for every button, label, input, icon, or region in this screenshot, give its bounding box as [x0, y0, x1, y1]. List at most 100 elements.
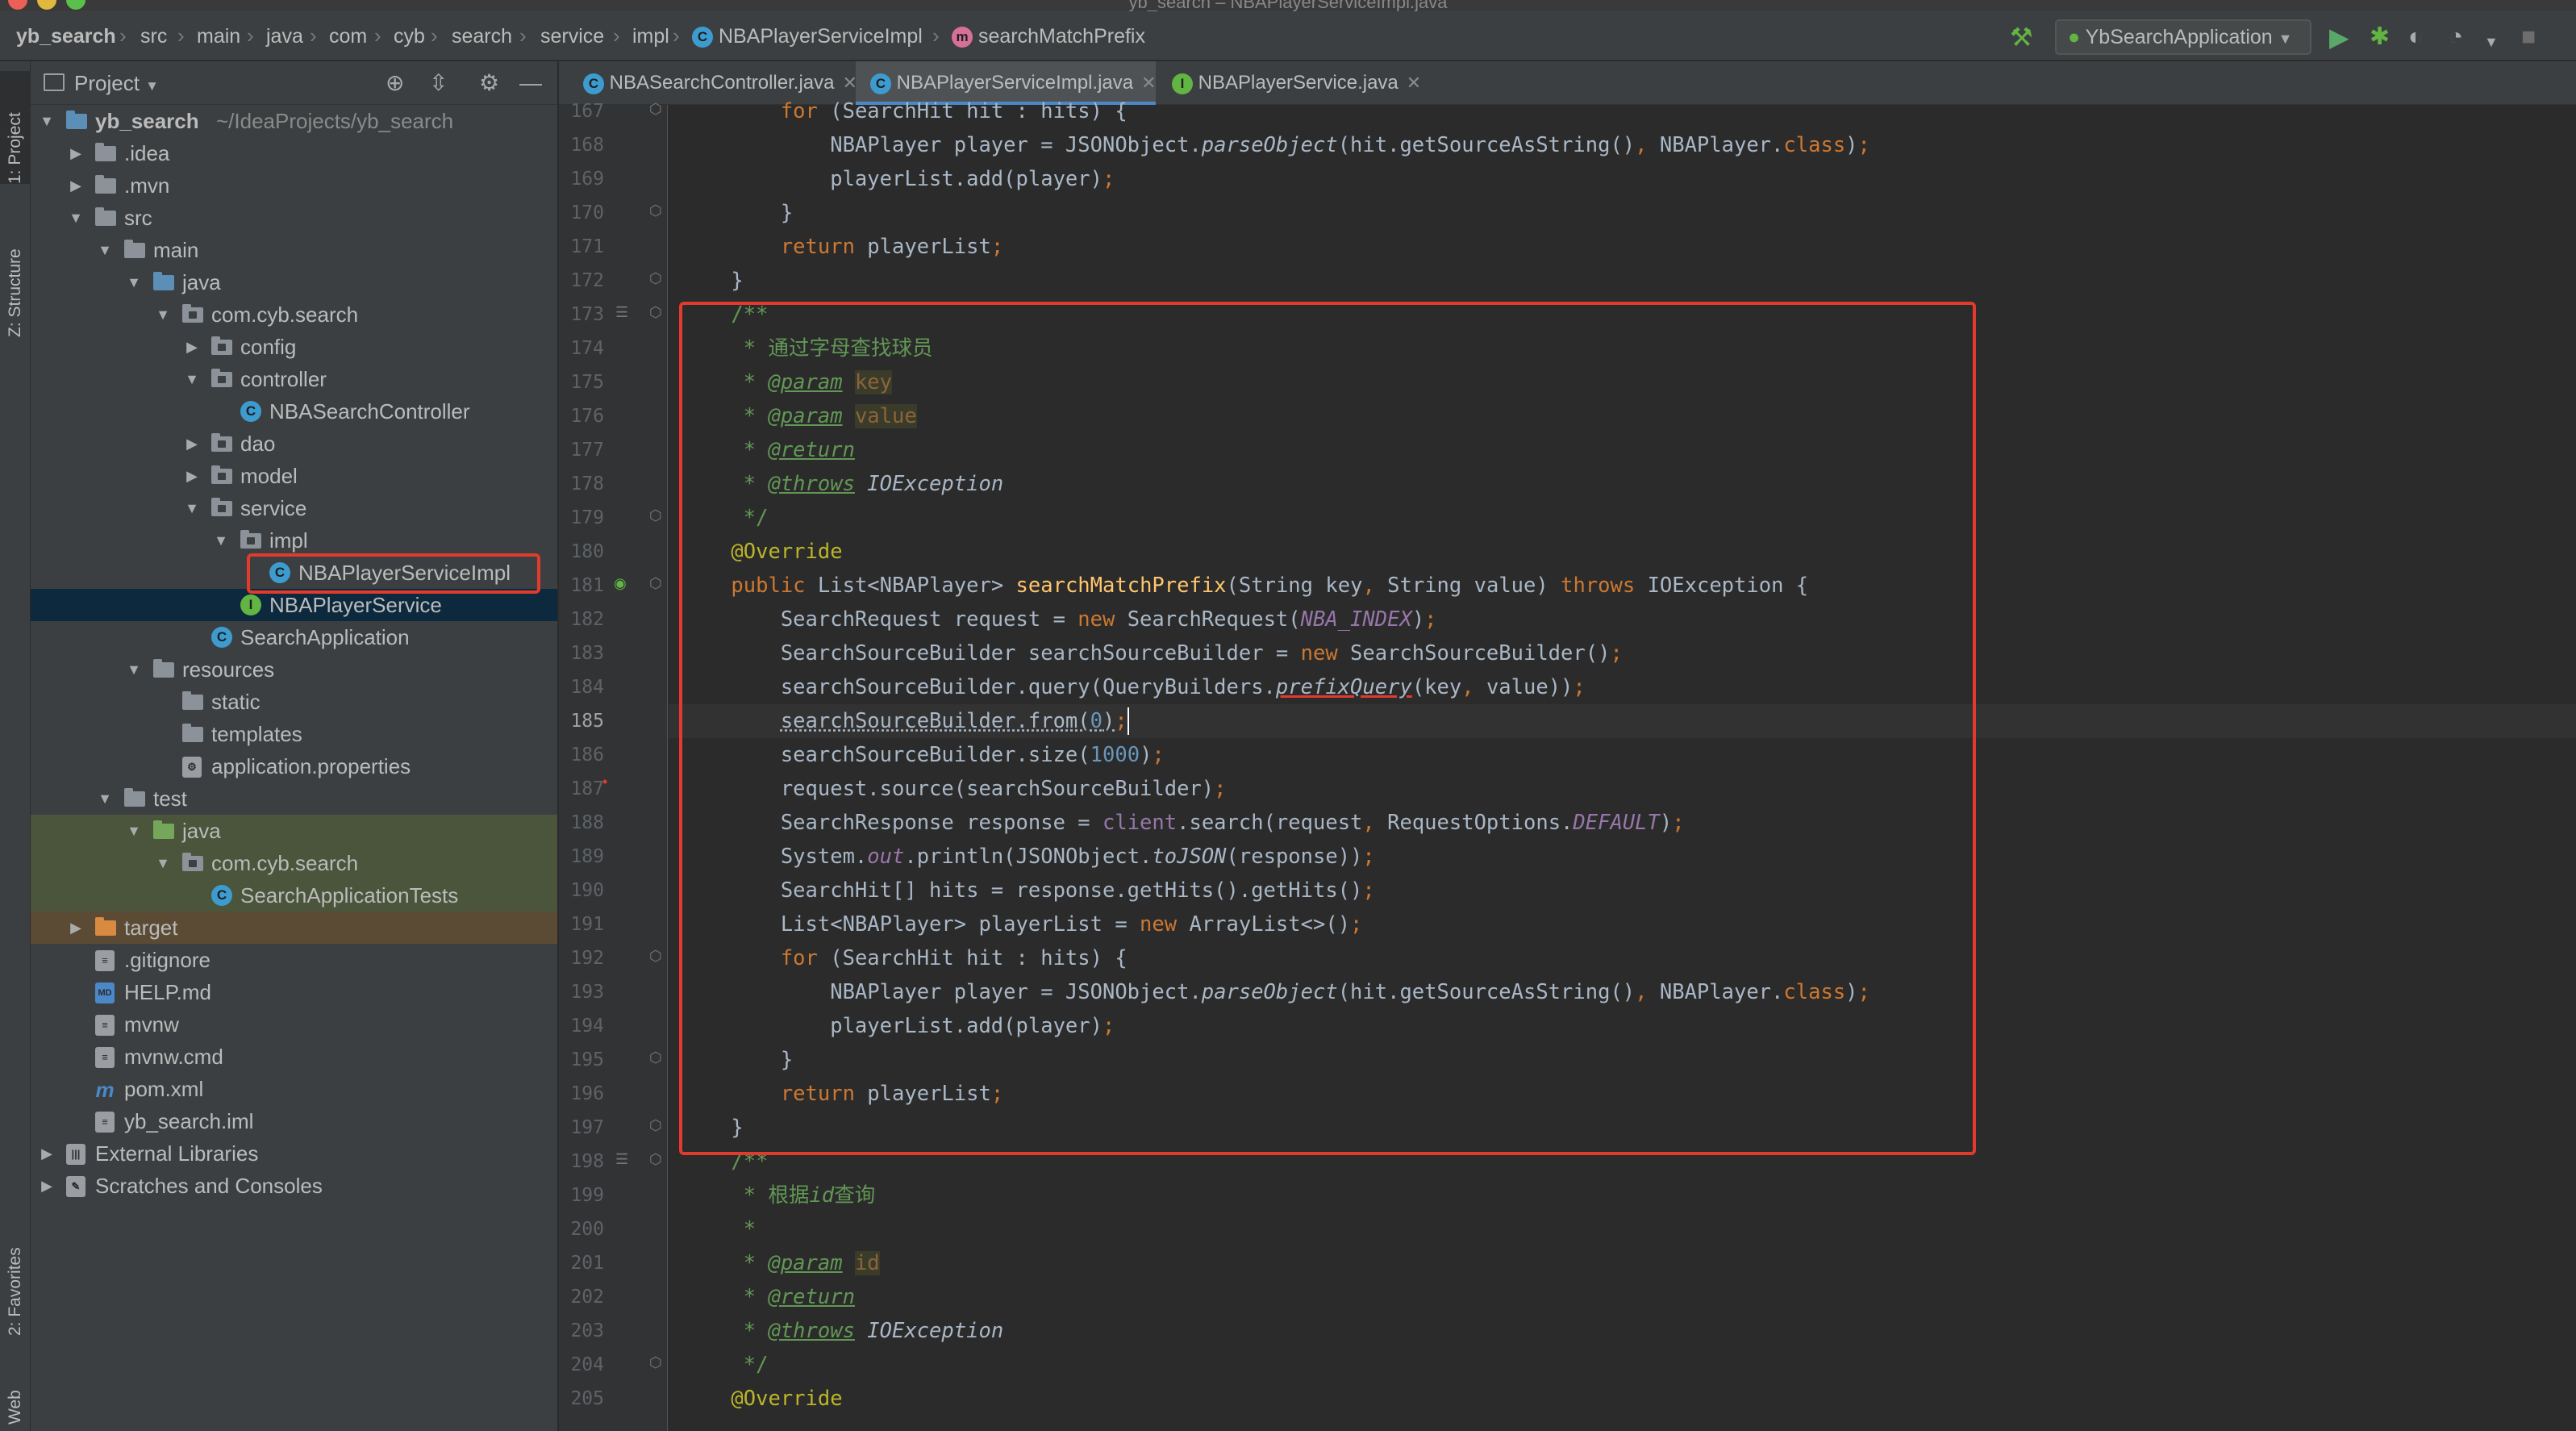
tree-item[interactable]: m pom.xml — [31, 1073, 557, 1105]
chevron-right-icon[interactable]: ▶ — [184, 428, 200, 460]
code-line[interactable]: @Override — [669, 1382, 2576, 1416]
breadcrumb-java[interactable]: java — [266, 11, 303, 61]
code-line[interactable]: playerList.add(player); — [669, 162, 2576, 196]
chevron-right-icon[interactable]: ▶ — [68, 912, 84, 944]
tree-item[interactable]: ▼ main — [31, 234, 557, 266]
tree-item[interactable]: ▼ controller — [31, 363, 557, 395]
tree-item[interactable]: ≡ yb_search.iml — [31, 1105, 557, 1137]
tree-item[interactable]: C SearchApplicationTests — [31, 879, 557, 912]
chevron-right-icon[interactable]: ▶ — [39, 1137, 55, 1170]
code-line[interactable]: NBAPlayer player = JSONObject.parseObjec… — [669, 128, 2576, 162]
fold-marker-icon[interactable]: ⬡ — [649, 1049, 662, 1066]
tree-item[interactable]: ▼ test — [31, 782, 557, 815]
chevron-right-icon[interactable]: ▶ — [184, 331, 200, 363]
code-line[interactable]: * 根据id查询 — [669, 1179, 2576, 1212]
fold-marker-icon[interactable]: ⬡ — [649, 101, 662, 118]
tree-item[interactable]: ▼ yb_search ~/IdeaProjects/yb_search — [31, 105, 557, 137]
tree-item[interactable]: ▼ java — [31, 266, 557, 298]
fold-marker-icon[interactable]: ⬡ — [649, 202, 662, 219]
chevron-down-icon[interactable]: ▼ — [39, 105, 55, 137]
fold-marker-icon[interactable]: ⬡ — [649, 1354, 662, 1371]
tree-item[interactable]: ▶ ||| External Libraries — [31, 1137, 557, 1170]
breadcrumb-method[interactable]: m searchMatchPrefix — [952, 11, 1145, 61]
fold-marker-icon[interactable]: ⬡ — [649, 575, 662, 592]
close-tab-icon[interactable]: ✕ — [1407, 73, 1421, 93]
code-line[interactable]: * @param id — [669, 1246, 2576, 1280]
chevron-right-icon[interactable]: ▶ — [184, 460, 200, 492]
tree-item[interactable]: ▶ config — [31, 331, 557, 363]
project-view-select[interactable]: Project ▼ — [74, 61, 159, 108]
chevron-down-icon[interactable]: ▼ — [68, 202, 84, 234]
gear-icon[interactable]: ⚙ — [479, 61, 499, 105]
hide-panel-icon[interactable]: — — [519, 61, 542, 105]
tree-item[interactable]: ▶ model — [31, 460, 557, 492]
implements-method-icon[interactable]: ◉ — [614, 575, 627, 592]
chevron-down-icon[interactable]: ▼ — [184, 363, 200, 395]
tree-item[interactable]: ▼ com.cyb.search — [31, 298, 557, 331]
code-line[interactable]: * @return — [669, 1280, 2576, 1314]
code-line[interactable]: * @throws IOException — [669, 1314, 2576, 1348]
doc-comment-icon[interactable]: ☰ — [615, 1151, 628, 1168]
breadcrumb-class[interactable]: C NBAPlayerServiceImpl — [692, 11, 923, 61]
stop-icon[interactable]: ■ — [2521, 23, 2536, 52]
tree-item[interactable]: MD HELP.md — [31, 976, 557, 1008]
fold-marker-icon[interactable]: ⬡ — [649, 1117, 662, 1134]
tree-item[interactable]: C SearchApplication — [31, 621, 557, 653]
code-line[interactable]: */ — [669, 1348, 2576, 1382]
code-line[interactable]: return playerList; — [669, 230, 2576, 264]
chevron-down-icon[interactable]: ▼ — [184, 492, 200, 524]
tree-item[interactable]: I NBAPlayerService — [31, 589, 557, 621]
chevron-right-icon[interactable]: ▶ — [39, 1170, 55, 1202]
breadcrumb-main[interactable]: main — [197, 11, 240, 61]
build-hammer-icon[interactable]: ⚒ — [2010, 23, 2033, 52]
fold-marker-icon[interactable]: ⬡ — [649, 948, 662, 965]
tree-item[interactable]: ▼ src — [31, 202, 557, 234]
chevron-down-icon[interactable]: ▼ — [97, 782, 113, 815]
breadcrumb-com[interactable]: com — [329, 11, 367, 61]
breadcrumb-service[interactable]: service — [540, 11, 604, 61]
tree-item[interactable]: templates — [31, 718, 557, 750]
tree-item[interactable]: ▶ .idea — [31, 137, 557, 169]
chevron-down-icon[interactable]: ▼ — [155, 298, 171, 331]
chevron-down-icon[interactable]: ▼ — [126, 266, 142, 298]
breadcrumb-impl[interactable]: impl — [632, 11, 669, 61]
tree-item[interactable]: ⚙ application.properties — [31, 750, 557, 782]
coverage-icon[interactable]: ◐ — [2408, 23, 2423, 52]
breadcrumb-src[interactable]: src — [140, 11, 167, 61]
tab-web-tool[interactable]: Web — [0, 1352, 31, 1425]
target-icon[interactable]: ⊕ — [386, 61, 404, 105]
tree-item[interactable]: ▶ target — [31, 912, 557, 944]
code-line[interactable]: * — [669, 1212, 2576, 1246]
close-tab-icon[interactable]: ✕ — [1141, 73, 1156, 93]
run-icon[interactable]: ▶ — [2329, 23, 2349, 52]
fold-marker-icon[interactable]: ⬡ — [649, 270, 662, 287]
code-line[interactable]: } — [669, 264, 2576, 298]
code-line[interactable]: for (SearchHit hit : hits) { — [669, 94, 2576, 128]
tree-item[interactable]: static — [31, 686, 557, 718]
tab-favorites-tool[interactable]: 2: Favorites — [0, 1207, 31, 1336]
code-line[interactable]: } — [669, 196, 2576, 230]
tree-item[interactable]: ▶ .mvn — [31, 169, 557, 202]
tree-item[interactable]: ▶ ✎ Scratches and Consoles — [31, 1170, 557, 1202]
collapse-all-icon[interactable]: ⇳ — [429, 61, 448, 105]
breadcrumb-search[interactable]: search — [452, 11, 512, 61]
fold-marker-icon[interactable]: ⬡ — [649, 304, 662, 321]
doc-comment-icon[interactable]: ☰ — [615, 304, 628, 321]
tree-item[interactable]: ▼ impl — [31, 524, 557, 557]
profile-dropdown-icon[interactable]: ▼ — [2484, 27, 2499, 56]
tree-item[interactable]: ≡ .gitignore — [31, 944, 557, 976]
chevron-down-icon[interactable]: ▼ — [97, 234, 113, 266]
debug-icon[interactable]: ✱ — [2370, 23, 2390, 52]
tree-item[interactable]: ▼ resources — [31, 653, 557, 686]
fold-marker-icon[interactable]: ⬡ — [649, 1151, 662, 1168]
tab-project-tool[interactable]: 1: Project — [0, 71, 31, 184]
chevron-right-icon[interactable]: ▶ — [68, 169, 84, 202]
tab-structure-tool[interactable]: Z: Structure — [0, 208, 31, 337]
chevron-down-icon[interactable]: ▼ — [155, 847, 171, 879]
tree-item[interactable]: ▶ dao — [31, 428, 557, 460]
tree-item[interactable]: ▼ java — [31, 815, 557, 847]
line-number-gutter[interactable]: 167 168 169 170 171 172 173 174 175 176 177 178 179 1… — [559, 101, 668, 1431]
chevron-down-icon[interactable]: ▼ — [213, 524, 229, 557]
run-configuration-select[interactable]: ● YbSearchApplication ▼ — [2055, 19, 2311, 55]
profile-icon[interactable]: ◔ — [2449, 23, 2463, 52]
